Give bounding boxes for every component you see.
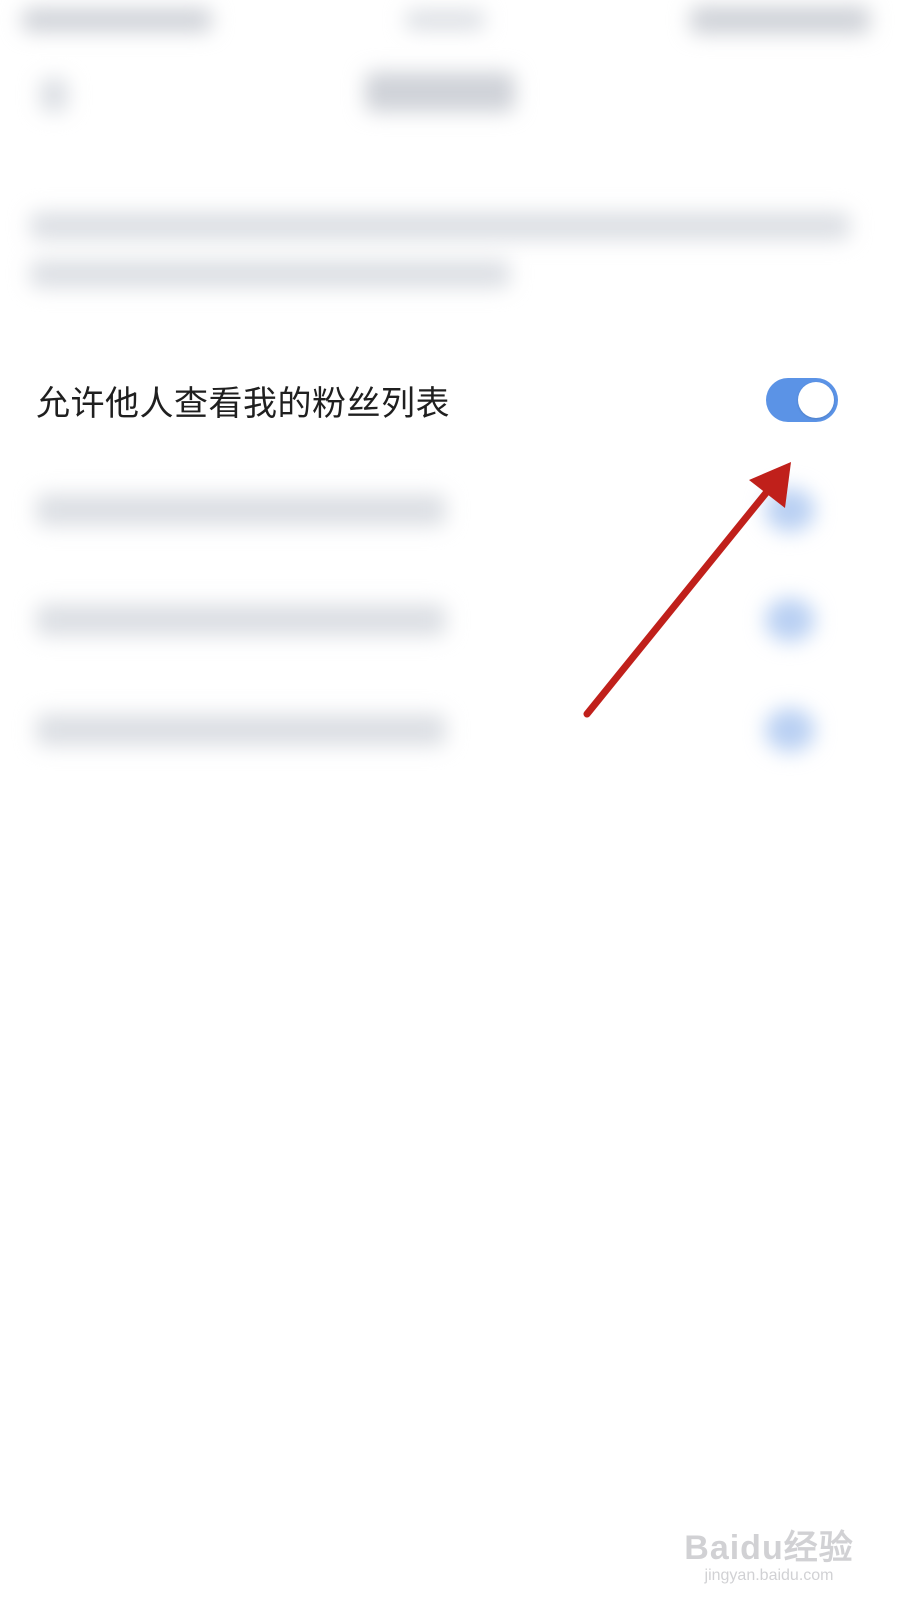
description-line [30,260,510,288]
status-center-blur [405,10,485,30]
settings-description [0,190,900,320]
setting-row-fans-list[interactable]: 允许他人查看我的粉丝列表 [0,355,900,445]
setting-row-blurred[interactable] [0,580,900,660]
description-line [30,212,850,240]
page-title [365,72,515,112]
status-right-blur [690,6,870,34]
setting-label-blur [36,714,446,746]
settings-screen: 允许他人查看我的粉丝列表 Baidu经验 jingyan.baidu.com [0,0,900,1600]
back-icon[interactable] [40,78,68,112]
toggle-blur[interactable] [765,488,815,532]
setting-row-blurred[interactable] [0,470,900,550]
toggle-blur[interactable] [765,598,815,642]
status-left-blur [22,8,212,32]
setting-label-blur [36,604,446,636]
watermark-url: jingyan.baidu.com [704,1567,834,1584]
toggle-blur[interactable] [765,708,815,752]
setting-row-blurred[interactable] [0,690,900,770]
setting-label: 允许他人查看我的粉丝列表 [36,383,450,424]
watermark: Baidu经验 jingyan.baidu.com [684,1530,854,1586]
setting-label-blur [36,494,446,526]
status-bar [0,0,900,50]
fans-list-toggle[interactable] [766,378,838,422]
nav-bar [0,50,900,140]
watermark-logo: Baidu经验 [684,1529,854,1567]
toggle-knob [798,382,834,418]
